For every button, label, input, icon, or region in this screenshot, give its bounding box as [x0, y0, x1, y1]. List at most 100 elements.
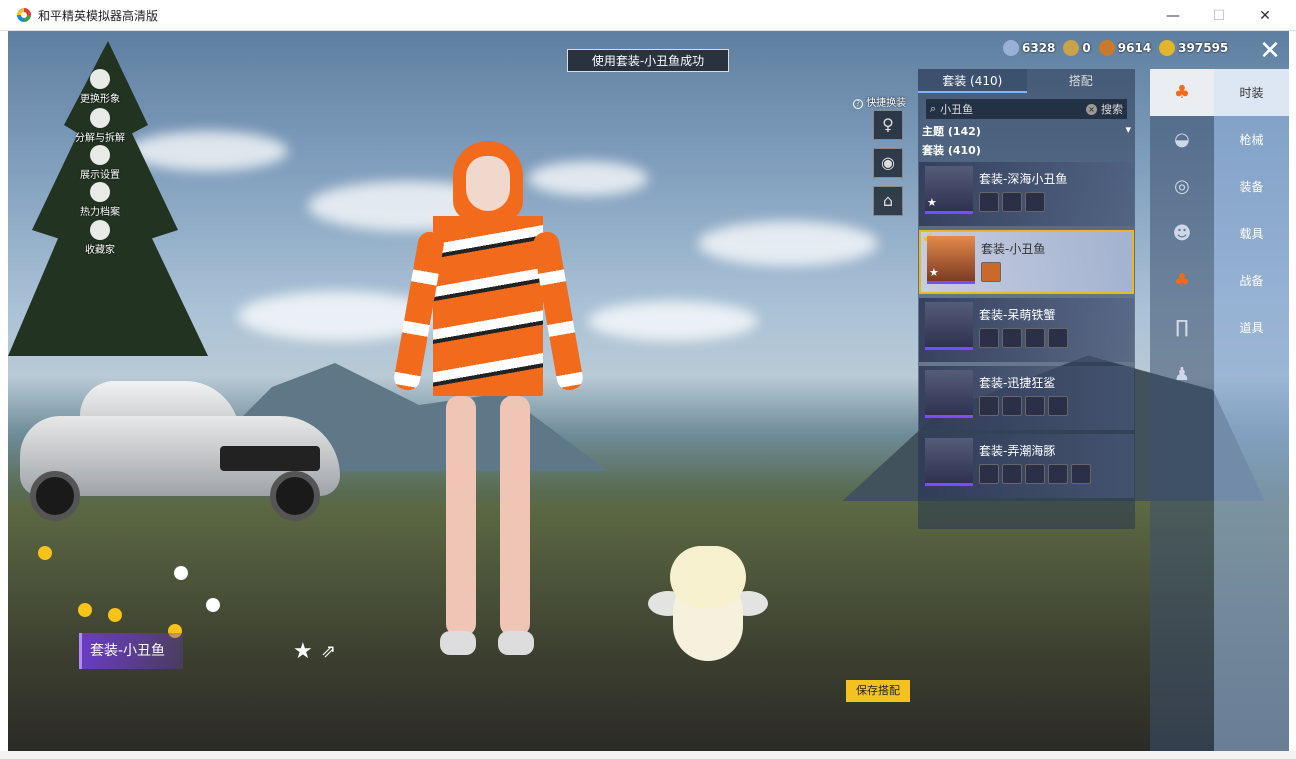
minimize-button[interactable]: — — [1150, 0, 1196, 31]
display-settings-button[interactable]: 展示设置 — [70, 145, 130, 181]
host-window-strip — [0, 751, 1296, 759]
tab-items[interactable]: 道具 — [1214, 304, 1289, 351]
glasses-icon[interactable]: ◎ — [1150, 163, 1214, 210]
app-icon — [17, 8, 31, 22]
outfit-parts — [981, 262, 1001, 282]
globe-coin-icon — [1003, 40, 1019, 56]
theme-label: 主题 (142) — [922, 125, 981, 138]
part-thumbnail[interactable] — [1025, 464, 1045, 484]
outfit-icon[interactable]: ♣ — [1150, 69, 1214, 116]
top-icon[interactable]: ♣ — [1150, 257, 1214, 304]
change-appearance-button[interactable]: 更换形象 — [70, 69, 130, 105]
flower — [108, 608, 122, 622]
tab-outfits[interactable]: 套装 (410) — [918, 69, 1027, 93]
current-outfit-label: 套装-小丑鱼 — [79, 633, 183, 669]
part-thumbnail[interactable] — [1025, 396, 1045, 416]
close-window-button[interactable]: ✕ — [1242, 0, 1288, 31]
tab-combat-gear[interactable]: 战备 — [1214, 257, 1289, 304]
clear-icon[interactable]: × — [1086, 103, 1097, 115]
part-thumbnail[interactable] — [1002, 464, 1022, 484]
part-thumbnail[interactable] — [1071, 464, 1091, 484]
part-thumbnail[interactable] — [979, 396, 999, 416]
heat-archive-button[interactable]: 热力档案 — [70, 182, 130, 218]
tab-fashion[interactable]: 时装 — [1214, 69, 1289, 116]
outfit-parts — [979, 192, 1045, 212]
close-icon[interactable]: ✕ — [1253, 38, 1287, 65]
person-icon — [90, 69, 110, 89]
tab-equipment[interactable]: 装备 — [1214, 163, 1289, 210]
outfit-item[interactable]: 套装-弄潮海豚 — [919, 434, 1134, 498]
search-bar[interactable]: ⌕ 小丑鱼 × 搜索 — [926, 99, 1127, 119]
vehicle-suv — [20, 376, 340, 521]
eye-icon — [90, 145, 110, 165]
outfit-item[interactable]: 套装-呆萌铁蟹 — [919, 298, 1134, 362]
bronze-coin-icon — [1098, 40, 1115, 56]
toast-message: 使用套装-小丑鱼成功 — [567, 49, 729, 72]
cloud — [128, 131, 288, 171]
outfit-item[interactable]: 套装-迅捷狂鲨 — [919, 366, 1134, 430]
character-face — [466, 156, 510, 211]
save-outfit-button[interactable]: 保存搭配 — [846, 680, 910, 702]
search-button[interactable]: 搜索 — [1101, 101, 1123, 117]
face-icon[interactable]: ☻ — [1150, 210, 1214, 257]
part-thumbnail[interactable] — [981, 262, 1001, 282]
part-thumbnail[interactable] — [979, 464, 999, 484]
quick-slot-badge-button[interactable]: ◉ — [873, 148, 903, 178]
tab-vehicles[interactable]: 载具 — [1214, 210, 1289, 257]
left-menu-label: 展示设置 — [80, 170, 120, 181]
share-icon[interactable]: ⇗ — [321, 641, 336, 662]
cloud — [588, 301, 758, 341]
part-thumbnail[interactable] — [1048, 396, 1068, 416]
search-input[interactable]: 小丑鱼 — [940, 101, 1082, 117]
left-menu-label: 热力档案 — [80, 207, 120, 218]
quick-slot-hanger-button[interactable]: ⌂ — [873, 186, 903, 216]
outfit-name: 套装-深海小丑鱼 — [979, 172, 1068, 186]
flower — [78, 603, 92, 617]
part-thumbnail[interactable] — [1002, 192, 1022, 212]
outfit-parts — [979, 396, 1068, 416]
flower — [206, 598, 220, 612]
quick-slot-figure-button[interactable]: ♀ — [873, 110, 903, 140]
set-count-label: 套装 (410) — [922, 144, 981, 157]
flower — [174, 566, 188, 580]
shoes-icon[interactable]: ♟ — [1150, 351, 1214, 398]
part-thumbnail[interactable] — [1002, 328, 1022, 348]
currency-bar: 6328 0 9614 397595 — [1003, 40, 1228, 56]
cloud — [698, 221, 878, 266]
tab-weapons[interactable]: 枪械 — [1214, 116, 1289, 163]
part-thumbnail[interactable] — [1025, 192, 1045, 212]
outfit-item-selected[interactable]: ✔ ★ 套装-小丑鱼 — [919, 230, 1134, 294]
cap-icon[interactable]: ◒ — [1150, 116, 1214, 163]
character-shoe — [440, 631, 476, 655]
collector-button[interactable]: 收藏家 — [70, 220, 130, 256]
currency-value: 0 — [1082, 41, 1091, 55]
help-icon[interactable]: ? — [853, 99, 863, 109]
star-icon[interactable]: ★ — [293, 639, 313, 664]
maximize-button[interactable]: ☐ — [1196, 0, 1242, 31]
tab-matching[interactable]: 搭配 — [1027, 69, 1136, 93]
part-thumbnail[interactable] — [979, 192, 999, 212]
decompose-button[interactable]: 分解与拆解 — [70, 108, 130, 144]
crown-icon — [90, 220, 110, 240]
car-wheel — [270, 471, 320, 521]
pet-companion — [648, 536, 768, 666]
outfit-panel: 套装 (410) 搭配 ⌕ 小丑鱼 × 搜索 主题 (142) ▾ 套装 (410… — [918, 69, 1135, 529]
part-thumbnail[interactable] — [1025, 328, 1045, 348]
currency-value: 9614 — [1117, 41, 1152, 55]
pants-icon[interactable]: ∏ — [1150, 304, 1214, 351]
outfit-item[interactable]: ★ 套装-深海小丑鱼 — [919, 162, 1134, 226]
left-menu-label: 分解与拆解 — [75, 133, 125, 144]
theme-filter[interactable]: 主题 (142) ▾ — [922, 123, 1131, 139]
outfit-parts — [979, 328, 1068, 348]
part-thumbnail[interactable] — [1048, 328, 1068, 348]
star-icon: ★ — [929, 266, 939, 279]
part-thumbnail[interactable] — [1002, 396, 1022, 416]
flame-icon — [90, 182, 110, 202]
outfit-parts — [979, 464, 1091, 484]
category-icon-column: ♣ ◒ ◎ ☻ ♣ ∏ ♟ — [1150, 69, 1214, 751]
character-leg — [446, 396, 476, 636]
character-leg — [500, 396, 530, 636]
part-thumbnail[interactable] — [979, 328, 999, 348]
part-thumbnail[interactable] — [1048, 464, 1068, 484]
search-icon: ⌕ — [930, 102, 937, 115]
